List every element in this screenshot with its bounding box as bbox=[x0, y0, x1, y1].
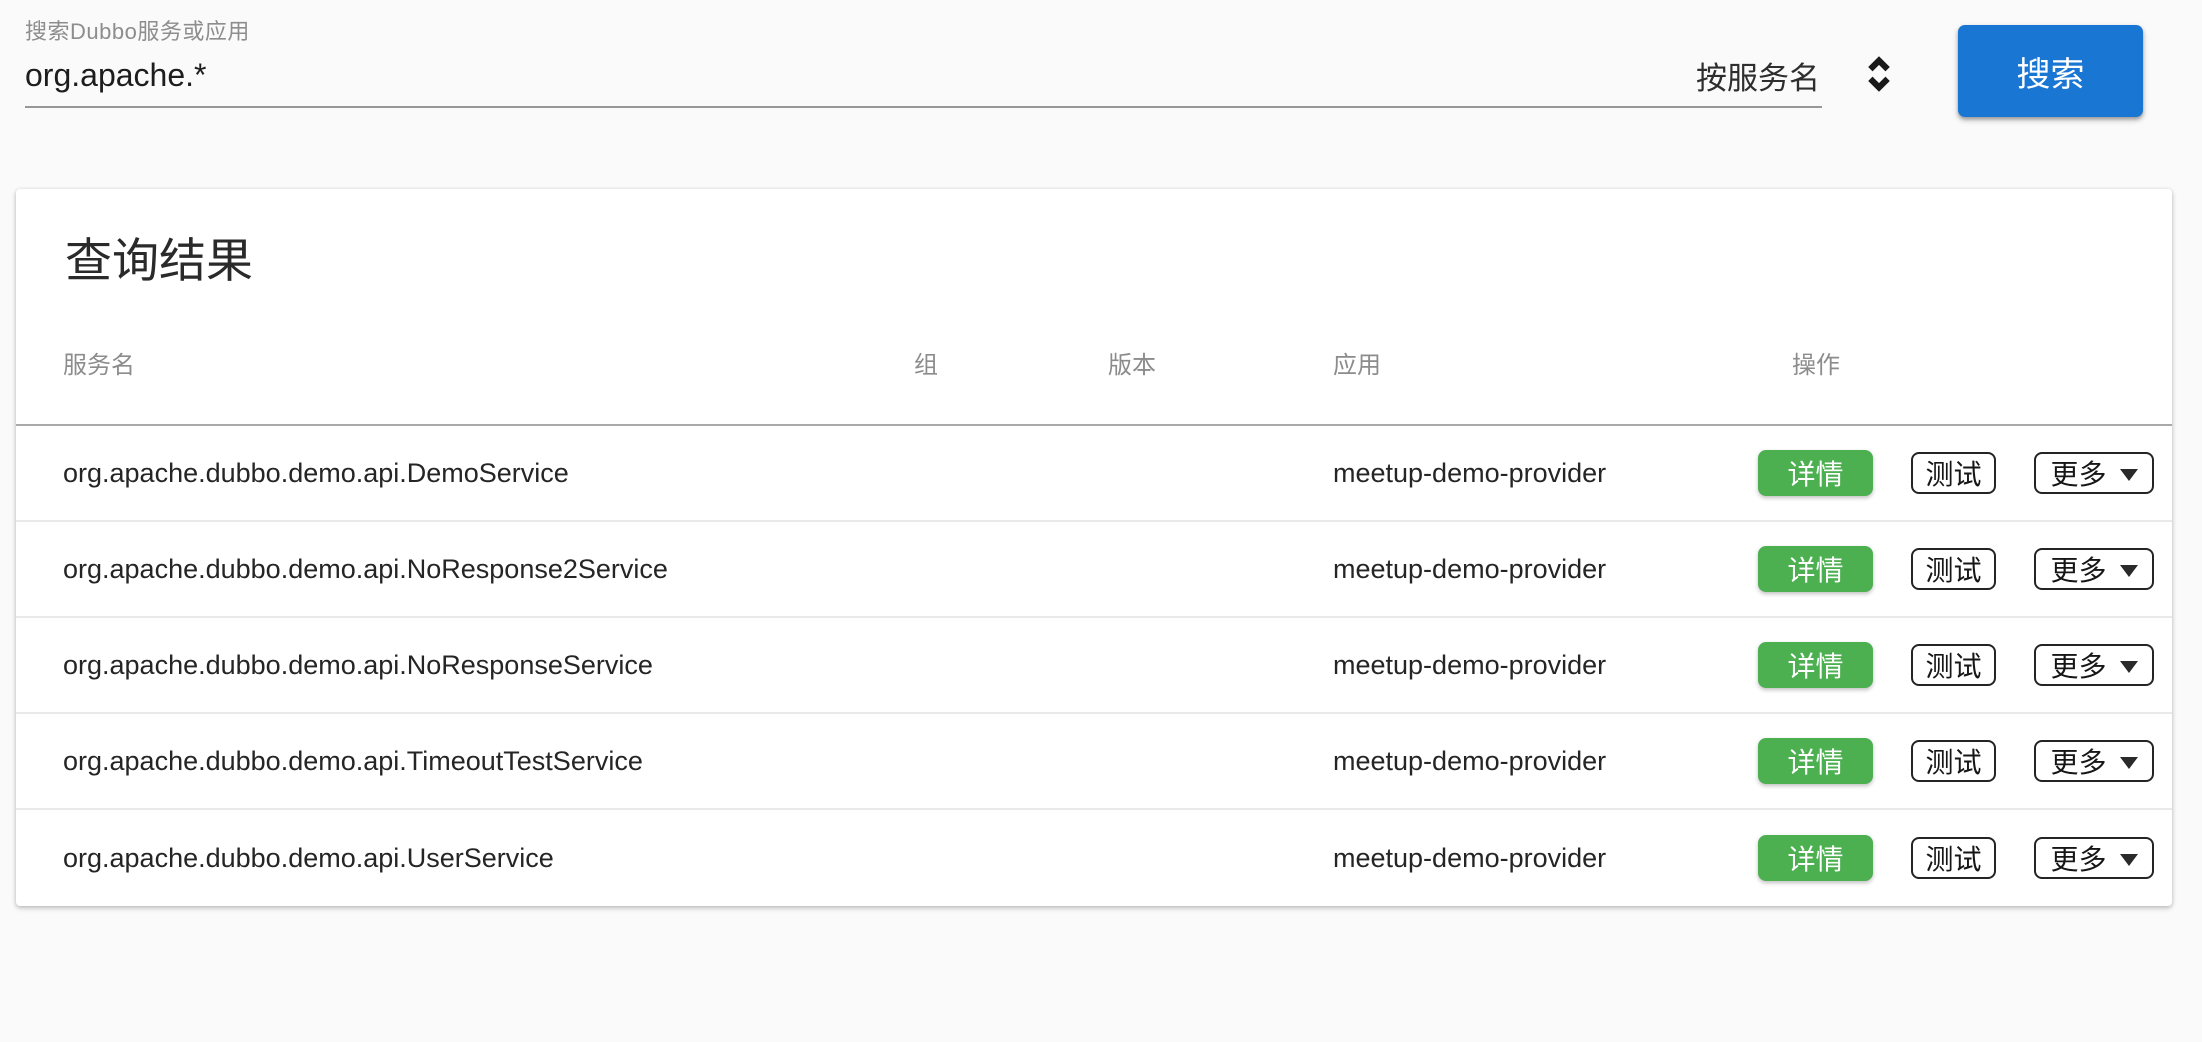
caret-down-icon bbox=[2120, 757, 2138, 769]
search-button[interactable]: 搜索 bbox=[1958, 25, 2143, 117]
application-cell: meetup-demo-provider bbox=[1333, 746, 1758, 777]
more-dropdown-button[interactable]: 更多 bbox=[2034, 644, 2154, 686]
table-row: org.apache.dubbo.demo.api.TimeoutTestSer… bbox=[16, 714, 2172, 810]
row-actions: 详情 测试 更多 bbox=[1758, 642, 2172, 688]
operations-cell: 详情 测试 更多 bbox=[1758, 642, 2172, 688]
table-row: org.apache.dubbo.demo.api.DemoService me… bbox=[16, 426, 2172, 522]
service-name-cell: org.apache.dubbo.demo.api.UserService bbox=[16, 843, 914, 874]
more-button-label: 更多 bbox=[2050, 838, 2106, 878]
search-bar: 按服务名 bbox=[25, 44, 1822, 108]
detail-button[interactable]: 详情 bbox=[1758, 835, 1873, 881]
caret-down-icon bbox=[2120, 469, 2138, 481]
operations-cell: 详情 测试 更多 bbox=[1758, 835, 2172, 881]
caret-down-icon bbox=[2120, 854, 2138, 866]
row-actions: 详情 测试 更多 bbox=[1758, 450, 2172, 496]
service-name-cell: org.apache.dubbo.demo.api.TimeoutTestSer… bbox=[16, 746, 914, 777]
operations-cell: 详情 测试 更多 bbox=[1758, 546, 2172, 592]
detail-button[interactable]: 详情 bbox=[1758, 450, 1873, 496]
service-name-cell: org.apache.dubbo.demo.api.DemoService bbox=[16, 458, 914, 489]
service-name-cell: org.apache.dubbo.demo.api.NoResponseServ… bbox=[16, 650, 914, 681]
detail-button[interactable]: 详情 bbox=[1758, 546, 1873, 592]
service-name-cell: org.apache.dubbo.demo.api.NoResponse2Ser… bbox=[16, 554, 914, 585]
more-button-label: 更多 bbox=[2050, 453, 2106, 493]
dubbo-admin-search-page: 搜索Dubbo服务或应用 按服务名 搜索 查询结果 服务名 组 版本 应用 操作… bbox=[0, 0, 2202, 1042]
more-dropdown-button[interactable]: 更多 bbox=[2034, 452, 2154, 494]
test-button[interactable]: 测试 bbox=[1911, 837, 1996, 879]
more-dropdown-button[interactable]: 更多 bbox=[2034, 837, 2154, 879]
application-cell: meetup-demo-provider bbox=[1333, 843, 1758, 874]
more-button-label: 更多 bbox=[2050, 549, 2106, 589]
search-input-label: 搜索Dubbo服务或应用 bbox=[25, 14, 250, 46]
test-button[interactable]: 测试 bbox=[1911, 452, 1996, 494]
search-input[interactable] bbox=[25, 57, 1696, 94]
unfold-more-icon[interactable] bbox=[1856, 48, 1902, 100]
application-cell: meetup-demo-provider bbox=[1333, 458, 1758, 489]
detail-button[interactable]: 详情 bbox=[1758, 738, 1873, 784]
row-actions: 详情 测试 更多 bbox=[1758, 835, 2172, 881]
test-button[interactable]: 测试 bbox=[1911, 740, 1996, 782]
operations-cell: 详情 测试 更多 bbox=[1758, 738, 2172, 784]
table-row: org.apache.dubbo.demo.api.NoResponseServ… bbox=[16, 618, 2172, 714]
caret-down-icon bbox=[2120, 565, 2138, 577]
row-actions: 详情 测试 更多 bbox=[1758, 738, 2172, 784]
more-dropdown-button[interactable]: 更多 bbox=[2034, 548, 2154, 590]
application-cell: meetup-demo-provider bbox=[1333, 650, 1758, 681]
table-header-row: 服务名 组 版本 应用 操作 bbox=[16, 287, 2172, 426]
more-button-label: 更多 bbox=[2050, 645, 2106, 685]
results-card: 查询结果 服务名 组 版本 应用 操作 org.apache.dubbo.dem… bbox=[16, 189, 2172, 906]
results-title: 查询结果 bbox=[65, 235, 2172, 287]
column-header-application: 应用 bbox=[1333, 345, 1758, 380]
column-header-operations: 操作 bbox=[1758, 345, 2172, 380]
table-row: org.apache.dubbo.demo.api.NoResponse2Ser… bbox=[16, 522, 2172, 618]
test-button[interactable]: 测试 bbox=[1911, 548, 1996, 590]
column-header-group: 组 bbox=[914, 345, 1108, 380]
row-actions: 详情 测试 更多 bbox=[1758, 546, 2172, 592]
more-dropdown-button[interactable]: 更多 bbox=[2034, 740, 2154, 782]
caret-down-icon bbox=[2120, 661, 2138, 673]
table-body: org.apache.dubbo.demo.api.DemoService me… bbox=[16, 426, 2172, 906]
test-button[interactable]: 测试 bbox=[1911, 644, 1996, 686]
search-filter-select[interactable]: 按服务名 bbox=[1696, 53, 1822, 98]
operations-cell: 详情 测试 更多 bbox=[1758, 450, 2172, 496]
application-cell: meetup-demo-provider bbox=[1333, 554, 1758, 585]
detail-button[interactable]: 详情 bbox=[1758, 642, 1873, 688]
column-header-version: 版本 bbox=[1108, 345, 1333, 380]
more-button-label: 更多 bbox=[2050, 741, 2106, 781]
column-header-service: 服务名 bbox=[16, 345, 914, 380]
table-row: org.apache.dubbo.demo.api.UserService me… bbox=[16, 810, 2172, 906]
